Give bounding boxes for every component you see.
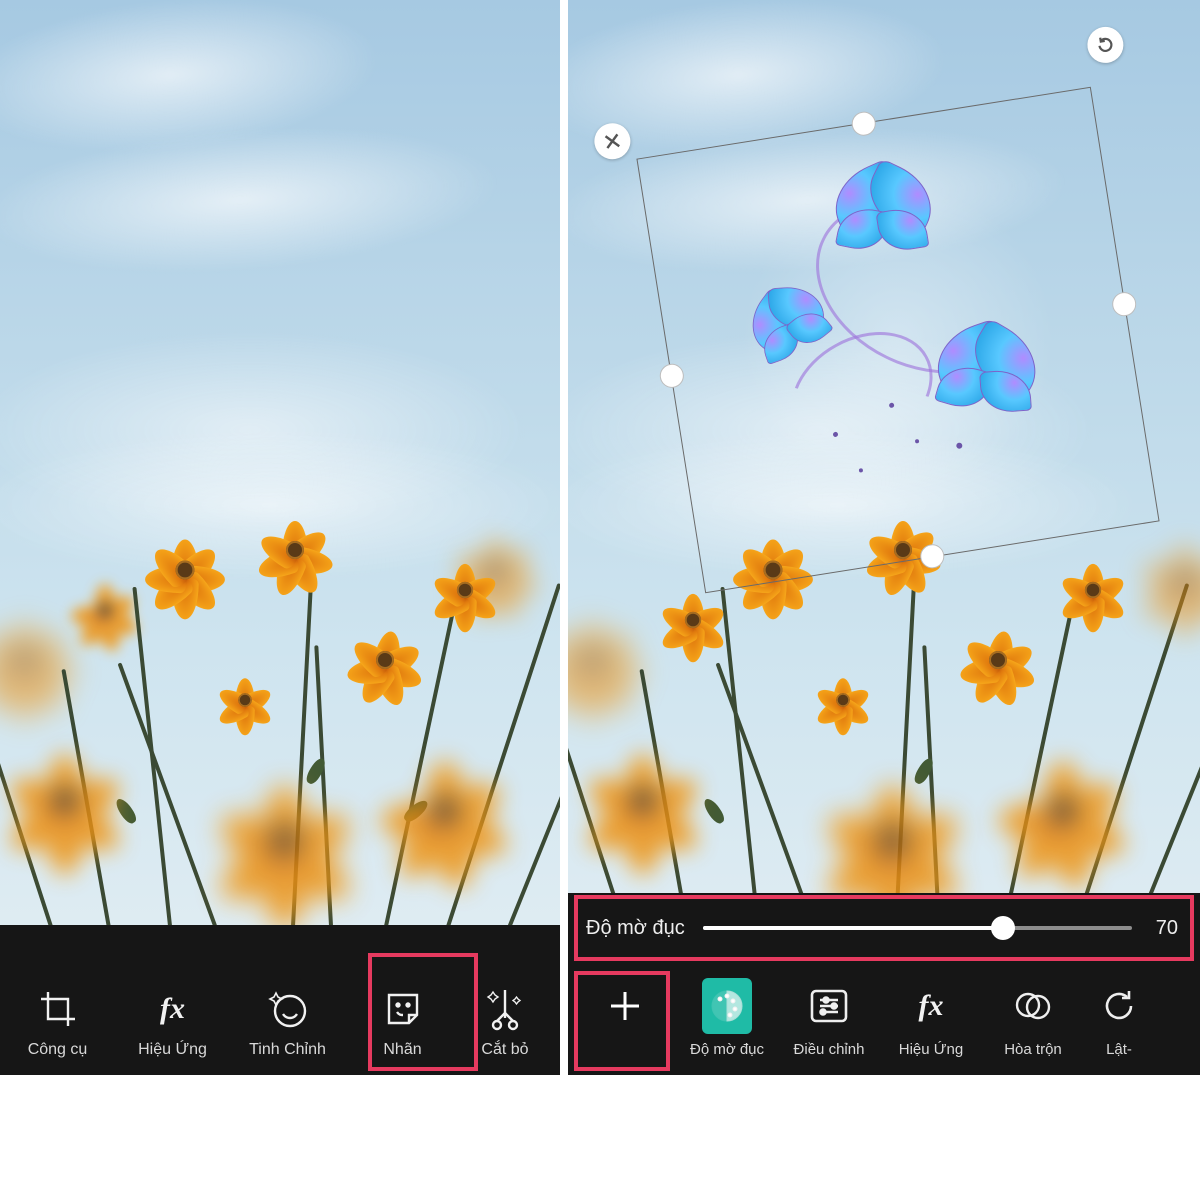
tool-label: Hiệu Ứng xyxy=(880,1041,982,1058)
resize-handle-right[interactable] xyxy=(1110,290,1137,317)
tool-label: Điều chỉnh xyxy=(778,1041,880,1058)
tool-sticker[interactable]: Nhãn xyxy=(345,973,460,1075)
tool-flip[interactable]: Lật- xyxy=(1084,967,1154,1074)
slider-thumb[interactable] xyxy=(991,916,1015,940)
rotate-icon xyxy=(1094,33,1117,56)
add-icon xyxy=(600,981,650,1031)
flower-field xyxy=(568,525,1200,945)
toolbar-items: Công cụ fx Hiệu Ứng Tinh Chỉnh Nhãn xyxy=(0,973,560,1075)
tool-effects[interactable]: fx Hiệu Ứng xyxy=(880,967,982,1074)
tool-enhance[interactable]: Tinh Chỉnh xyxy=(230,973,345,1075)
screenshot-left: Công cụ fx Hiệu Ứng Tinh Chỉnh Nhãn xyxy=(0,0,560,1075)
tool-label: Công cụ xyxy=(0,1041,115,1059)
bottom-toolbar: Công cụ fx Hiệu Ứng Tinh Chỉnh Nhãn xyxy=(0,925,560,1075)
tool-add[interactable] xyxy=(574,967,676,1074)
adjust-list-icon xyxy=(804,981,854,1031)
tool-crop[interactable]: Công cụ xyxy=(0,973,115,1075)
tool-effects[interactable]: fx Hiệu Ứng xyxy=(115,973,230,1075)
screenshot-right: Độ mờ đục 70 Độ mờ đục xyxy=(568,0,1200,1075)
close-icon xyxy=(602,131,623,152)
sticker-selection-box[interactable] xyxy=(636,87,1159,594)
tool-label: Nhãn xyxy=(345,1041,460,1059)
fx-icon: fx xyxy=(906,981,956,1031)
rotate-sticker-button[interactable] xyxy=(1085,24,1126,65)
sticker-glow xyxy=(683,134,1112,547)
opacity-icon xyxy=(702,981,752,1031)
tool-label: Tinh Chỉnh xyxy=(230,1041,345,1059)
tool-label: Cắt bỏ xyxy=(460,1041,550,1059)
face-enhance-icon xyxy=(266,987,310,1031)
tool-label: Hòa trộn xyxy=(982,1041,1084,1058)
slider-fill xyxy=(703,926,1004,930)
tool-label: Độ mờ đục xyxy=(676,1041,778,1058)
slider-label: Độ mờ đục xyxy=(586,917,685,940)
tool-blend[interactable]: Hòa trộn xyxy=(982,967,1084,1074)
blend-icon xyxy=(1008,981,1058,1031)
tool-label: Hiệu Ứng xyxy=(115,1041,230,1059)
opacity-slider-row: Độ mờ đục 70 xyxy=(568,893,1200,963)
fx-icon: fx xyxy=(151,987,195,1031)
tool-adjust[interactable]: Điều chỉnh xyxy=(778,967,880,1074)
magic-cut-icon xyxy=(483,987,527,1031)
toolbar-items: Độ mờ đục Điều chỉnh fx Hiệu Ứng Hòa trộ… xyxy=(568,963,1200,1074)
tool-cutout[interactable]: Cắt bỏ xyxy=(460,973,550,1075)
crop-icon xyxy=(36,987,80,1031)
bottom-toolbar: Độ mờ đục 70 Độ mờ đục xyxy=(568,893,1200,1075)
undo-rotate-icon xyxy=(1094,981,1144,1031)
opacity-slider[interactable] xyxy=(703,926,1132,930)
tool-opacity[interactable]: Độ mờ đục xyxy=(676,967,778,1074)
tool-label: Lật- xyxy=(1084,1041,1154,1058)
sticker-icon xyxy=(381,987,425,1031)
flower-field xyxy=(0,525,560,945)
slider-value: 70 xyxy=(1150,917,1178,940)
